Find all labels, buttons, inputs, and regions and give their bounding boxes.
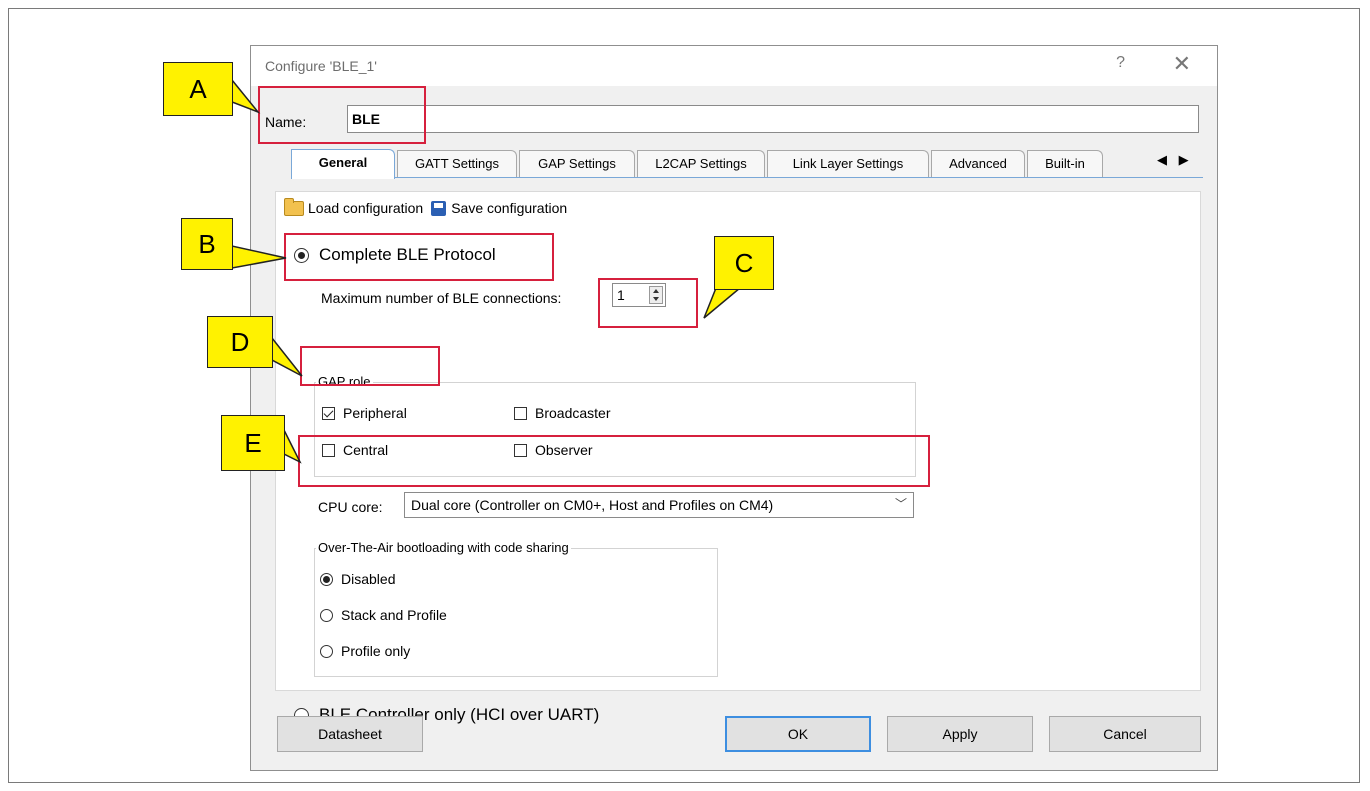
callout-c-pointer (703, 287, 743, 319)
callout-a-pointer (231, 77, 261, 114)
callout-d: D (207, 316, 273, 368)
callout-d-pointer (271, 335, 303, 377)
callout-arrows (231, 77, 743, 464)
callout-b: B (181, 218, 233, 270)
callout-a: A (163, 62, 233, 116)
callout-c: C (714, 236, 774, 290)
callout-e-pointer (283, 429, 302, 464)
callout-e: E (221, 415, 285, 471)
tab-general[interactable]: General (291, 149, 395, 179)
callout-b-pointer (231, 245, 287, 269)
